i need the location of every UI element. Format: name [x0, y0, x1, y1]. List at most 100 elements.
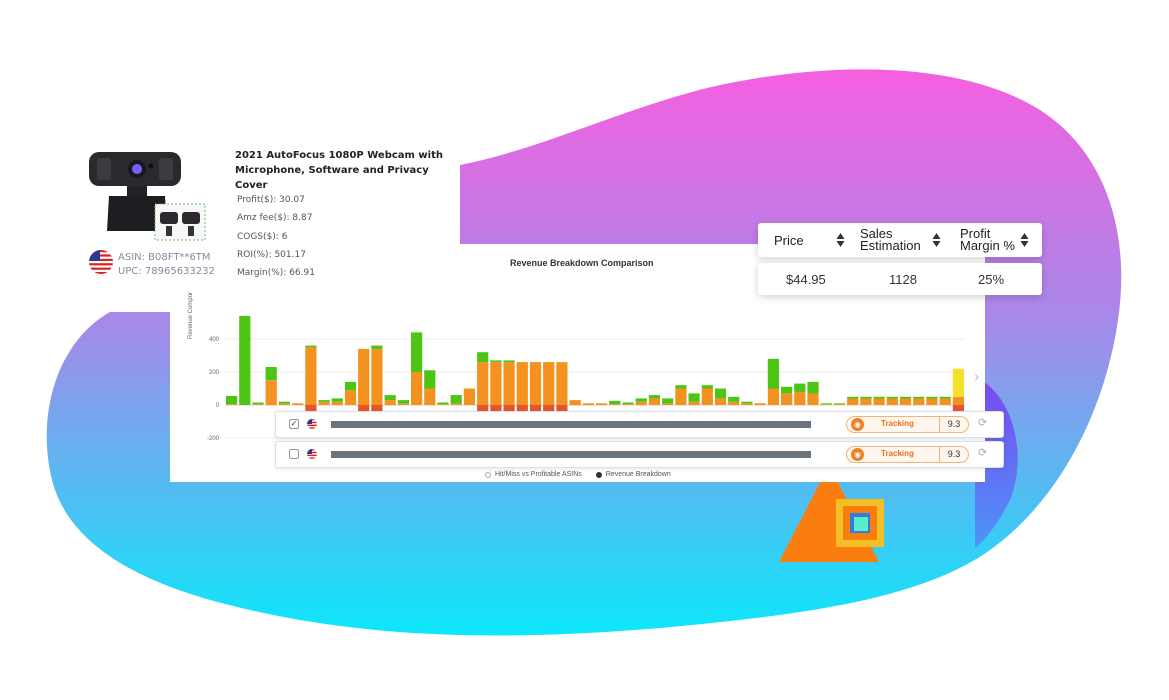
sort-sales-icon[interactable] — [932, 232, 941, 248]
tracking-score: 9.3 — [939, 447, 968, 462]
redacted-product-name — [331, 451, 811, 458]
bar-segment — [701, 388, 713, 405]
bar-segment — [635, 401, 647, 405]
tracking-label: Tracking — [881, 449, 914, 458]
tracking-status-pill[interactable]: ◉ Tracking 9.3 — [846, 416, 969, 433]
bar-segment — [331, 401, 343, 405]
header-price[interactable]: Price — [774, 234, 804, 247]
bar-segment — [913, 396, 925, 399]
bar-segment — [318, 401, 330, 405]
radio-hit-miss[interactable] — [485, 471, 491, 478]
bar-segment — [596, 403, 608, 405]
tracking-row[interactable]: ✓ ◉ Tracking 9.3 ⟳ — [275, 411, 1004, 438]
bar-segment — [305, 347, 317, 406]
bar-segment — [754, 403, 766, 405]
bar-segment — [847, 398, 859, 405]
us-flag-icon — [307, 419, 317, 429]
bar-segment — [424, 388, 436, 405]
refresh-icon[interactable]: ⟳ — [978, 416, 987, 429]
bar-segment — [952, 368, 964, 397]
row-checkbox[interactable]: ✓ — [289, 419, 299, 429]
bar-segment — [952, 396, 964, 406]
y-tick-label: 0 — [216, 403, 220, 409]
bar-segment — [609, 404, 621, 405]
bar-segment — [886, 398, 898, 405]
bar-segment — [384, 400, 396, 406]
bar-segment — [463, 388, 475, 405]
bar-segment — [556, 362, 568, 405]
bar-segment — [331, 398, 343, 402]
product-title: 2021 AutoFocus 1080P Webcam with Microph… — [235, 150, 443, 191]
bar-segment — [767, 358, 779, 389]
bar-segment — [741, 403, 753, 405]
bar-segment — [913, 398, 925, 405]
redacted-product-name — [331, 421, 811, 428]
bar-segment — [437, 402, 449, 405]
bar-segment — [781, 393, 793, 405]
sort-price-icon[interactable] — [836, 232, 845, 248]
bar-segment — [860, 398, 872, 405]
bar-segment — [397, 400, 409, 404]
webcam-image — [89, 152, 206, 241]
bar-segment — [675, 385, 687, 389]
bar-segment — [622, 404, 634, 405]
bar-segment — [688, 393, 700, 402]
bar-segment — [622, 402, 634, 405]
bar-segment — [358, 348, 370, 405]
value-sales-estimation: 1128 — [889, 272, 917, 287]
bar-segment — [648, 398, 660, 405]
refresh-icon[interactable]: ⟳ — [978, 446, 987, 459]
bar-segment — [609, 400, 621, 405]
bar-segment — [820, 404, 832, 405]
bar-segment — [529, 362, 542, 405]
bar-segment — [860, 396, 872, 399]
bar-segment — [569, 400, 581, 406]
metric-amz-fee: Amz fee($): 8.87 — [237, 213, 313, 223]
bar-segment — [582, 403, 594, 405]
bar-segment — [794, 383, 806, 392]
metric-profit: Profit($): 30.07 — [237, 195, 305, 205]
bar-segment — [411, 372, 423, 405]
sort-margin-icon[interactable] — [1020, 232, 1029, 248]
bar-segment — [662, 398, 674, 404]
tracking-row[interactable]: ◉ Tracking 9.3 ⟳ — [275, 441, 1004, 468]
metric-cogs: COGS($): 6 — [237, 232, 288, 242]
tracking-status-pill[interactable]: ◉ Tracking 9.3 — [846, 446, 969, 463]
bar-segment — [847, 396, 859, 399]
us-flag-icon — [89, 250, 113, 274]
bar-segment — [939, 398, 951, 405]
row-checkbox[interactable] — [289, 449, 299, 459]
bar-segment — [635, 398, 647, 402]
bar-segment — [384, 395, 396, 401]
bar-segment — [490, 360, 502, 363]
bar-segment — [477, 362, 489, 405]
bar-segment — [794, 391, 806, 405]
bar-segment — [371, 345, 383, 349]
header-profit-margin[interactable]: Profit Margin % — [960, 227, 1015, 252]
chart-title: Revenue Breakdown Comparison — [510, 258, 654, 268]
bar-segment — [252, 404, 264, 405]
bar-segment — [371, 348, 383, 405]
radio-revenue-breakdown-label: Revenue Breakdown — [605, 471, 671, 478]
value-profit-margin: 25% — [978, 272, 1005, 287]
metric-roi: ROI(%): 501.17 — [237, 250, 306, 260]
bar-segment — [252, 402, 264, 405]
bar-segment — [728, 396, 740, 402]
bar-segment — [278, 403, 290, 405]
bar-segment — [873, 396, 885, 399]
header-sales-estimation[interactable]: Sales Estimation — [860, 227, 921, 252]
bar-segment — [926, 398, 938, 405]
radio-revenue-breakdown[interactable] — [595, 471, 602, 478]
product-card: 2021 AutoFocus 1080P Webcam with Microph… — [75, 132, 460, 292]
fingerprint-icon: ◉ — [851, 448, 864, 461]
radio-hit-miss-label: Hit/Miss vs Profitable ASINs — [495, 471, 582, 478]
bar-segment — [292, 403, 304, 405]
bar-segment — [675, 388, 687, 405]
bar-segment — [807, 381, 819, 394]
chevron-right-icon[interactable]: › — [974, 368, 979, 384]
bar-segment — [397, 403, 409, 405]
bar-segment — [305, 345, 317, 348]
bar-segment — [807, 393, 819, 405]
bar-segment — [728, 401, 740, 405]
bar-segment — [503, 362, 515, 405]
